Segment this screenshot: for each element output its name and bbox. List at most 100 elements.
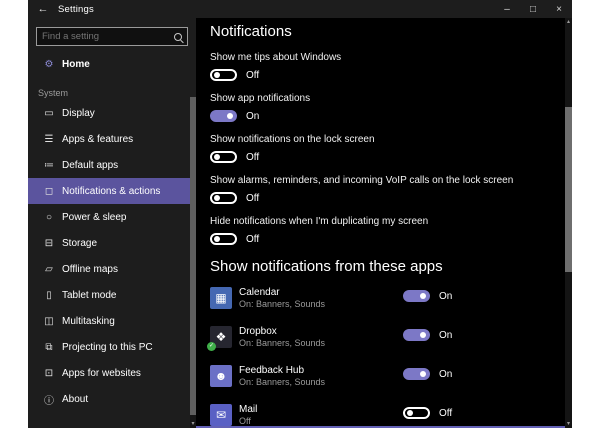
feedback-hub-icon: ☻: [210, 365, 232, 387]
sidebar-item-apps-websites[interactable]: ⊡ Apps for websites: [28, 360, 196, 386]
toggle-setting-label: Show notifications on the lock screen: [210, 133, 540, 146]
toggle-switch[interactable]: [210, 151, 237, 163]
sidebar-item-icon: ☰: [36, 134, 62, 145]
sidebar-item-display[interactable]: ▭ Display: [28, 100, 196, 126]
app-name: Feedback Hub: [239, 365, 325, 377]
dropbox-icon: ❖ ✓: [210, 326, 232, 348]
sidebar-nav: ▭ Display ☰ Apps & features ≔ Default ap…: [28, 100, 196, 412]
app-row-dropbox: ❖ ✓ Dropbox On: Banners, Sounds On: [210, 326, 552, 348]
app-badge-icon: ✓: [207, 342, 216, 351]
toggle-state-label: Off: [246, 234, 259, 245]
sidebar-item-home[interactable]: ⚙ Home: [28, 52, 196, 76]
calendar-icon: ▦: [210, 287, 232, 309]
sidebar-item-default-apps[interactable]: ≔ Default apps: [28, 152, 196, 178]
app-toggle-state-label: On: [439, 330, 452, 341]
app-toggle-switch[interactable]: [403, 407, 430, 419]
maximize-button[interactable]: □: [520, 0, 546, 18]
title-bar: ← Settings – □ ×: [28, 0, 572, 18]
toggle-setting-duplicating: Hide notifications when I'm duplicating …: [210, 215, 552, 245]
sidebar-item-label: About: [62, 394, 88, 405]
search-input[interactable]: [42, 31, 174, 42]
sidebar-item-icon: ⊡: [36, 368, 62, 379]
toggle-switch[interactable]: [210, 192, 237, 204]
app-name: Dropbox: [239, 326, 325, 338]
apps-list: ▦ Calendar On: Banners, Sounds On ❖ ✓ Dr…: [210, 287, 552, 426]
sidebar-item-projecting-pc[interactable]: ⧉ Projecting to this PC: [28, 334, 196, 360]
toggle-setting-label: Hide notifications when I'm duplicating …: [210, 215, 540, 228]
sidebar-item-power-sleep[interactable]: ○ Power & sleep: [28, 204, 196, 230]
sidebar-item-offline-maps[interactable]: ▱ Offline maps: [28, 256, 196, 282]
sidebar: ⚙ Home System ▭ Display ☰ Apps & feature…: [28, 18, 196, 428]
search-icon[interactable]: [174, 33, 182, 41]
sidebar-item-label: Apps & features: [62, 134, 133, 145]
toggle-switch[interactable]: [210, 69, 237, 81]
toggle-setting-app-notifs: Show app notifications On: [210, 92, 552, 122]
sidebar-item-label: Apps for websites: [62, 368, 141, 379]
toggle-setting-tips: Show me tips about Windows Off: [210, 51, 552, 81]
sidebar-item-icon: ▱: [36, 264, 62, 275]
sidebar-item-label: Multitasking: [62, 316, 115, 327]
app-row-calendar: ▦ Calendar On: Banners, Sounds On: [210, 287, 552, 309]
sidebar-item-icon: ⧉: [36, 342, 62, 353]
maximize-icon: □: [530, 4, 536, 15]
app-toggle-state-label: On: [439, 369, 452, 380]
sidebar-item-storage[interactable]: ⊟ Storage: [28, 230, 196, 256]
main-scrollbar-thumb[interactable]: [565, 107, 572, 272]
app-row-mail: ✉ Mail Off Off: [210, 404, 552, 426]
app-name: Calendar: [239, 287, 325, 299]
sidebar-item-icon: ⊟: [36, 238, 62, 249]
sidebar-item-apps-features[interactable]: ☰ Apps & features: [28, 126, 196, 152]
toggle-state-label: Off: [246, 152, 259, 163]
toggle-switch[interactable]: [210, 110, 237, 122]
close-button[interactable]: ×: [546, 0, 572, 18]
sidebar-item-label: Tablet mode: [62, 290, 116, 301]
app-subtitle: On: Banners, Sounds: [239, 299, 325, 311]
sidebar-item-icon: ⓘ: [36, 392, 62, 407]
app-toggle-switch[interactable]: [403, 290, 430, 302]
main-scroll-up-icon[interactable]: ▴: [565, 19, 572, 25]
app-subtitle: On: Banners, Sounds: [239, 338, 325, 350]
toggle-setting-label: Show alarms, reminders, and incoming VoI…: [210, 174, 540, 187]
sidebar-item-icon: ≔: [36, 160, 62, 171]
sidebar-item-about[interactable]: ⓘ About: [28, 386, 196, 412]
sidebar-item-label: Notifications & actions: [62, 186, 160, 197]
window-title: Settings: [58, 4, 94, 15]
toggle-state-label: Off: [246, 193, 259, 204]
page-title: Notifications: [210, 23, 552, 40]
mail-icon: ✉: [210, 404, 232, 426]
notification-toggles: Show me tips about Windows Off Show app …: [210, 51, 552, 245]
app-row-feedback-hub: ☻ Feedback Hub On: Banners, Sounds On: [210, 365, 552, 387]
main-scroll-down-icon[interactable]: ▾: [565, 421, 572, 427]
toggle-switch[interactable]: [210, 233, 237, 245]
app-toggle-state-label: On: [439, 291, 452, 302]
back-arrow-icon: ←: [38, 3, 49, 15]
sidebar-item-icon: ◫: [36, 316, 62, 327]
app-toggle-switch[interactable]: [403, 368, 430, 380]
sidebar-item-label: Default apps: [62, 160, 118, 171]
sidebar-item-icon: ○: [36, 212, 62, 223]
settings-window: ← Settings – □ × ⚙ Home System: [28, 0, 572, 428]
gear-icon: ⚙: [36, 59, 62, 70]
sidebar-item-notifications-actions[interactable]: ◻ Notifications & actions: [28, 178, 196, 204]
back-button[interactable]: ←: [28, 3, 58, 15]
toggle-setting-label: Show me tips about Windows: [210, 51, 540, 64]
sidebar-item-label: Power & sleep: [62, 212, 126, 223]
sidebar-item-tablet-mode[interactable]: ▯ Tablet mode: [28, 282, 196, 308]
close-icon: ×: [556, 4, 562, 15]
sidebar-item-icon: ▯: [36, 290, 62, 301]
window-bottom-accent: [196, 426, 565, 428]
sidebar-item-multitasking[interactable]: ◫ Multitasking: [28, 308, 196, 334]
main-scrollbar[interactable]: ▴ ▾: [565, 18, 572, 428]
minimize-button[interactable]: –: [494, 0, 520, 18]
toggle-state-label: On: [246, 111, 259, 122]
main-content: Notifications Show me tips about Windows…: [196, 18, 572, 428]
app-toggle-switch[interactable]: [403, 329, 430, 341]
app-name: Mail: [239, 404, 257, 416]
caption-buttons: – □ ×: [494, 0, 572, 18]
app-subtitle: On: Banners, Sounds: [239, 377, 325, 389]
sidebar-section-label: System: [38, 88, 196, 98]
sidebar-item-label: Display: [62, 108, 95, 119]
sidebar-item-icon: ▭: [36, 108, 62, 119]
toggle-state-label: Off: [246, 70, 259, 81]
toggle-setting-alarms: Show alarms, reminders, and incoming VoI…: [210, 174, 552, 204]
